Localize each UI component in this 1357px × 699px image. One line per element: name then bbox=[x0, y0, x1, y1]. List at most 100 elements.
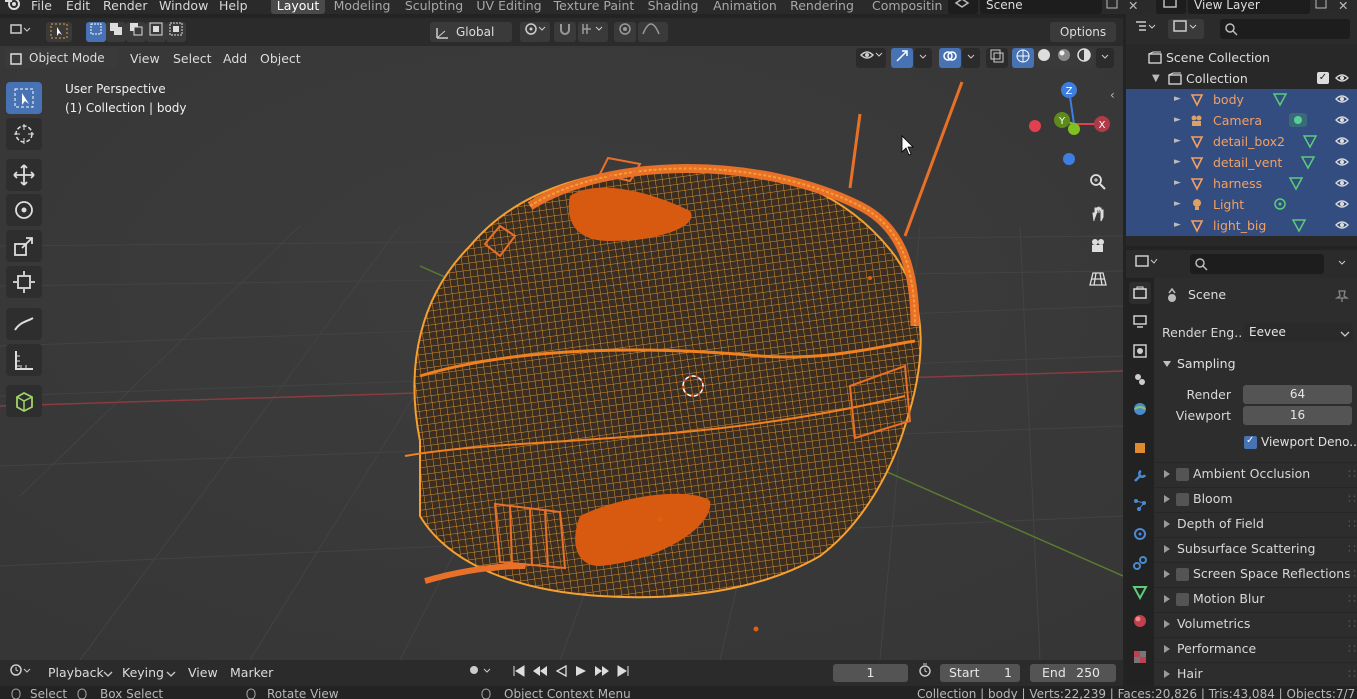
select-tool-icon[interactable] bbox=[46, 22, 72, 42]
editor-type-icon[interactable] bbox=[4, 22, 36, 42]
expand-arrow-icon[interactable]: ► bbox=[1174, 194, 1181, 215]
eye-icon[interactable] bbox=[1335, 218, 1349, 232]
tab-uv-editing[interactable]: UV Editing bbox=[472, 0, 546, 14]
menu-help[interactable]: Help bbox=[219, 0, 248, 14]
sampling-panel-header[interactable]: Sampling bbox=[1154, 353, 1357, 375]
select-mode-extend-icon[interactable] bbox=[106, 22, 126, 42]
tab-modeling[interactable]: Modeling bbox=[328, 0, 396, 14]
snap-target-icon[interactable] bbox=[578, 22, 608, 42]
pin-icon[interactable] bbox=[1335, 289, 1349, 303]
select-mode-new-icon[interactable] bbox=[86, 22, 106, 42]
auto-keying-icon[interactable] bbox=[460, 663, 498, 683]
expand-arrow-icon[interactable]: ► bbox=[1174, 110, 1181, 131]
menu-window[interactable]: Window bbox=[159, 0, 208, 14]
menu-edit[interactable]: Edit bbox=[66, 0, 90, 14]
tab-constraints-icon[interactable] bbox=[1129, 552, 1151, 574]
tab-texture-icon[interactable] bbox=[1129, 646, 1151, 668]
timeline-view-menu[interactable]: View bbox=[188, 664, 218, 682]
start-frame-field[interactable]: Start 1 bbox=[940, 664, 1020, 682]
tool-add-cube[interactable] bbox=[6, 385, 42, 417]
viewport-denoise-row[interactable]: ✓ Viewport Deno... bbox=[1154, 431, 1357, 453]
outliner-item-detail-box2[interactable]: ► detail_box2 bbox=[1126, 131, 1357, 152]
expand-arrow-icon[interactable]: ▼ bbox=[1152, 68, 1160, 89]
gizmo-toggle-icon[interactable] bbox=[891, 48, 913, 68]
expand-arrow-icon[interactable]: ► bbox=[1174, 215, 1181, 236]
panel-volumetrics[interactable]: Volumetrics ∷ bbox=[1154, 612, 1357, 634]
pivot-point-icon[interactable] bbox=[520, 22, 550, 42]
menu-select[interactable]: Select bbox=[173, 50, 212, 68]
tool-transform[interactable] bbox=[6, 266, 42, 298]
gizmo-dropdown-icon[interactable] bbox=[914, 48, 932, 68]
shading-wireframe-icon[interactable] bbox=[1012, 48, 1034, 68]
outliner-editor-type-icon[interactable] bbox=[1130, 19, 1160, 39]
viewport-canvas[interactable]: Z X Y bbox=[0, 46, 1123, 660]
expand-arrow-icon[interactable]: ► bbox=[1174, 173, 1181, 194]
panel-ambient-occlusion[interactable]: Ambient Occlusion ∷ bbox=[1154, 462, 1357, 484]
view-layer-field[interactable]: View Layer bbox=[1188, 0, 1310, 14]
tab-tool-icon[interactable] bbox=[1129, 282, 1151, 304]
eye-icon[interactable] bbox=[1335, 155, 1349, 169]
panel-performance[interactable]: Performance ∷ bbox=[1154, 637, 1357, 659]
properties-editor-type-icon[interactable] bbox=[1130, 254, 1164, 274]
tab-animation[interactable]: Animation bbox=[708, 0, 782, 14]
eye-icon[interactable] bbox=[1335, 71, 1349, 85]
overlays-toggle-icon[interactable] bbox=[939, 48, 961, 68]
end-frame-field[interactable]: End 250 bbox=[1030, 664, 1116, 682]
tab-render-icon[interactable] bbox=[1129, 311, 1151, 333]
drag-handle-icon[interactable]: ∷ bbox=[1348, 613, 1356, 635]
eye-icon[interactable] bbox=[1335, 134, 1349, 148]
playback-menu[interactable]: Playback bbox=[48, 664, 104, 682]
expand-arrow-icon[interactable]: ► bbox=[1174, 89, 1181, 110]
scene-browse-icon[interactable] bbox=[948, 0, 978, 14]
pan-hand-icon[interactable] bbox=[1085, 201, 1111, 227]
panel-enable-checkbox[interactable] bbox=[1176, 468, 1189, 481]
perspective-toggle-icon[interactable] bbox=[1085, 266, 1111, 292]
outliner-item-detail-vent[interactable]: ► detail_vent bbox=[1126, 152, 1357, 173]
timeline-editor-type-icon[interactable] bbox=[4, 663, 36, 683]
eye-icon[interactable] bbox=[1335, 92, 1349, 106]
menu-file[interactable]: File bbox=[31, 0, 52, 14]
outliner-search-input[interactable] bbox=[1220, 19, 1350, 39]
tool-move[interactable] bbox=[6, 159, 42, 191]
snap-toggle-icon[interactable] bbox=[554, 22, 576, 42]
proportional-editing-icon[interactable] bbox=[614, 22, 636, 42]
tab-shading[interactable]: Shading bbox=[642, 0, 704, 14]
shading-solid-icon[interactable] bbox=[1034, 48, 1054, 68]
display-mode-icon[interactable] bbox=[1168, 19, 1204, 39]
drag-handle-icon[interactable]: ∷ bbox=[1348, 563, 1356, 585]
drag-handle-icon[interactable]: ∷ bbox=[1348, 463, 1356, 485]
new-scene-icon[interactable] bbox=[1105, 0, 1123, 14]
zoom-icon[interactable] bbox=[1085, 169, 1111, 195]
panel-depth-of-field[interactable]: Depth of Field ∷ bbox=[1154, 512, 1357, 534]
expand-arrow-icon[interactable]: ► bbox=[1174, 152, 1181, 173]
menu-view[interactable]: View bbox=[130, 50, 160, 68]
visibility-filter-icon[interactable] bbox=[856, 48, 886, 68]
eye-icon[interactable] bbox=[1335, 176, 1349, 190]
xray-toggle-icon[interactable] bbox=[986, 48, 1008, 68]
jump-end-icon[interactable] bbox=[614, 663, 632, 683]
camera-view-icon[interactable] bbox=[1085, 233, 1111, 259]
tab-material-icon[interactable] bbox=[1129, 610, 1151, 632]
panel-enable-checkbox[interactable] bbox=[1176, 568, 1189, 581]
gizmo-neg-z-axis[interactable] bbox=[1063, 153, 1075, 165]
options-dropdown[interactable]: Options bbox=[1050, 22, 1116, 42]
select-mode-invert-icon[interactable] bbox=[146, 22, 166, 42]
mesh-data-icon[interactable] bbox=[1291, 217, 1307, 239]
tab-particles-icon[interactable] bbox=[1129, 494, 1151, 516]
current-frame-field[interactable]: 1 bbox=[833, 664, 908, 682]
panel-bloom[interactable]: Bloom ∷ bbox=[1154, 487, 1357, 509]
menu-object[interactable]: Object bbox=[260, 50, 301, 68]
jump-keyframe-back-icon[interactable] bbox=[530, 663, 550, 683]
tool-cursor[interactable] bbox=[6, 118, 42, 150]
menu-render[interactable]: Render bbox=[103, 0, 148, 14]
drag-handle-icon[interactable]: ∷ bbox=[1348, 488, 1356, 510]
shading-dropdown-icon[interactable] bbox=[1096, 48, 1114, 68]
preview-range-icon[interactable] bbox=[914, 663, 936, 683]
jump-keyframe-forward-icon[interactable] bbox=[592, 663, 612, 683]
tab-layout[interactable]: Layout bbox=[271, 0, 325, 14]
view-layer-browse-icon[interactable] bbox=[1156, 0, 1186, 14]
panel-subsurface-scattering[interactable]: Subsurface Scattering ∷ bbox=[1154, 537, 1357, 559]
properties-options-icon[interactable] bbox=[1332, 254, 1352, 274]
drag-handle-icon[interactable]: ∷ bbox=[1348, 638, 1356, 660]
tool-annotate[interactable] bbox=[6, 308, 42, 340]
